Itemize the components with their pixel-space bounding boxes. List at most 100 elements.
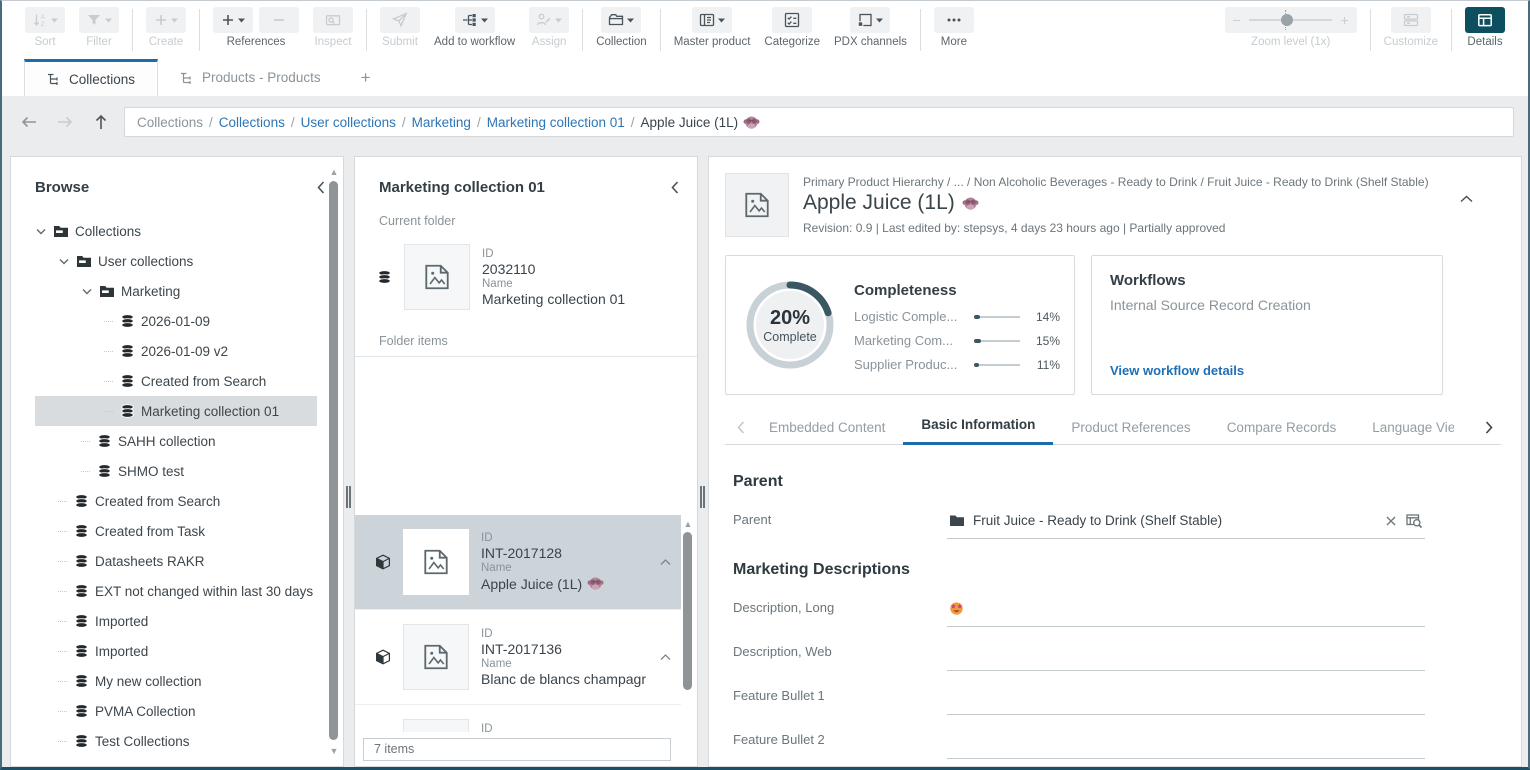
breadcrumb-separator: / <box>477 115 481 130</box>
tree-item-sahh-collection[interactable]: SAHH collection <box>35 426 317 456</box>
hierarchy-icon <box>47 72 61 86</box>
categorize-button[interactable]: Categorize <box>764 7 820 48</box>
item-collapse-icon[interactable] <box>660 654 671 661</box>
browse-scrollbar[interactable]: ▲ ▼ <box>328 167 340 756</box>
detail-tabs: Embedded ContentBasic InformationProduct… <box>725 417 1501 445</box>
scroll-up-icon[interactable]: ▲ <box>683 519 693 529</box>
tree-item-shmo-test[interactable]: SHMO test <box>35 456 317 486</box>
customize-button: Customize <box>1384 7 1438 48</box>
folder-panel-collapse-button[interactable] <box>671 181 679 194</box>
expand-chevron-icon[interactable] <box>35 228 47 235</box>
tab-embedded-content[interactable]: Embedded Content <box>751 420 903 445</box>
up-button[interactable] <box>88 109 114 135</box>
panel-resizer-right[interactable] <box>698 156 708 767</box>
expand-chevron-icon[interactable] <box>58 258 70 265</box>
stack-icon <box>74 644 89 658</box>
product-thumbnail <box>725 173 789 237</box>
add-to-workflow-button[interactable]: Add to workflow <box>434 7 515 48</box>
folder-list-scrollbar[interactable]: ▲ <box>682 519 694 732</box>
sort-button: AZSort <box>25 7 65 48</box>
completeness-row: Supplier Produc...11% <box>854 357 1060 372</box>
caret-icon <box>718 18 725 23</box>
new-tab-button[interactable]: + <box>343 59 389 96</box>
tree-item-imported[interactable]: Imported <box>35 636 317 666</box>
browse-title: Browse <box>35 179 89 196</box>
field-value[interactable] <box>947 641 1425 671</box>
collection-icon <box>608 12 624 28</box>
browse-panel: Browse CollectionsUser collectionsMarket… <box>10 156 344 767</box>
expand-chevron-icon[interactable] <box>81 288 93 295</box>
field-value[interactable] <box>947 729 1425 759</box>
back-button[interactable] <box>16 109 42 135</box>
tree-item-collections[interactable]: Collections <box>35 216 317 246</box>
tree-item-marketing[interactable]: Marketing <box>35 276 317 306</box>
view-workflow-details-link[interactable]: View workflow details <box>1110 363 1424 378</box>
field-value[interactable] <box>947 685 1425 715</box>
tree-item-ext-not-changed-within-last-30-days[interactable]: EXT not changed within last 30 days <box>35 576 317 606</box>
lookup-button[interactable] <box>1406 513 1423 529</box>
more-button[interactable]: More <box>934 7 974 48</box>
clear-button[interactable] <box>1384 514 1398 528</box>
tab-product-references[interactable]: Product References <box>1053 420 1208 445</box>
panel-resizer-left[interactable] <box>344 156 354 767</box>
field-label: Description, Long <box>733 600 947 627</box>
collection-button[interactable]: Collection <box>596 7 647 48</box>
details-button[interactable]: Details <box>1465 7 1505 48</box>
tree-item-2026-01-09[interactable]: 2026-01-09 <box>35 306 317 336</box>
tree-item-test-collections[interactable]: Test Collections <box>35 726 317 756</box>
references-button[interactable]: References <box>213 7 299 48</box>
item-thumbnail <box>403 719 469 732</box>
scrollbar-thumb[interactable] <box>683 532 692 690</box>
forward-button <box>52 109 78 135</box>
browse-collapse-button[interactable] <box>317 181 325 194</box>
tab-compare-records[interactable]: Compare Records <box>1209 420 1355 445</box>
caret-icon <box>481 18 488 23</box>
current-folder-name: Marketing collection 01 <box>482 291 625 307</box>
filter-icon <box>86 12 102 28</box>
current-folder-card[interactable]: ID 2032110 Name Marketing collection 01 <box>355 234 697 326</box>
tabs-scroll-right-button[interactable] <box>1475 421 1499 444</box>
field-value[interactable]: Fruit Juice - Ready to Drink (Shelf Stab… <box>947 509 1425 539</box>
folder-items-list: IDINT-2017128NameApple Juice (1L)IDINT-2… <box>355 515 681 732</box>
folder-item-int-2017136[interactable]: IDINT-2017136NameBlanc de blancs champag… <box>355 610 681 705</box>
scroll-up-icon[interactable]: ▲ <box>329 167 339 177</box>
completeness-title: Completeness <box>854 282 1060 299</box>
tree-item-my-new-collection[interactable]: My new collection <box>35 666 317 696</box>
workspace-tab-collections[interactable]: Collections <box>24 59 158 96</box>
folder-item-int-2017128[interactable]: IDINT-2017128NameApple Juice (1L) <box>355 515 681 610</box>
caret-icon <box>171 18 178 23</box>
tab-basic-information[interactable]: Basic Information <box>903 417 1053 445</box>
field-label: Parent <box>733 512 947 539</box>
scroll-down-icon[interactable]: ▼ <box>329 746 339 756</box>
pdx-channels-button[interactable]: PDX channels <box>834 7 907 48</box>
tree-item-created-from-search[interactable]: Created from Search <box>35 486 317 516</box>
breadcrumb-segment[interactable]: Marketing <box>412 115 471 130</box>
workflows-card: Workflows Internal Source Record Creatio… <box>1091 255 1443 395</box>
tab-language-view[interactable]: Language View <box>1354 420 1454 445</box>
submit-button: Submit <box>380 7 420 48</box>
folder-item-int-2015436[interactable]: IDINT-2015436NameCabernet Sauvignon <box>355 705 681 732</box>
item-collapse-icon[interactable] <box>660 559 671 566</box>
current-folder-label: Current folder <box>355 206 697 234</box>
field-value[interactable] <box>947 597 1425 627</box>
master-product-button[interactable]: Master product <box>674 7 751 48</box>
tree-item-marketing-collection-01[interactable]: Marketing collection 01 <box>35 396 317 426</box>
completeness-row: Marketing Com...15% <box>854 333 1060 348</box>
tree-item-created-from-search[interactable]: Created from Search <box>35 366 317 396</box>
tree-item-imported[interactable]: Imported <box>35 606 317 636</box>
stack-icon <box>97 464 112 478</box>
workspace-tab-products-products[interactable]: Products - Products <box>158 59 343 96</box>
see-no-evil-monkey-emoji <box>962 195 979 212</box>
breadcrumb-segment[interactable]: Marketing collection 01 <box>487 115 625 130</box>
tree-item-datasheets-rakr[interactable]: Datasheets RAKR <box>35 546 317 576</box>
breadcrumb-segment[interactable]: User collections <box>301 115 396 130</box>
master-icon <box>699 12 715 28</box>
product-header-collapse-button[interactable] <box>1460 173 1501 237</box>
scrollbar-thumb[interactable] <box>329 181 338 740</box>
breadcrumb-segment[interactable]: Collections <box>219 115 285 130</box>
caret-icon <box>876 18 883 23</box>
tree-item-created-from-task[interactable]: Created from Task <box>35 516 317 546</box>
tree-item-pvma-collection[interactable]: PVMA Collection <box>35 696 317 726</box>
tree-item-user-collections[interactable]: User collections <box>35 246 317 276</box>
tree-item-2026-01-09-v2[interactable]: 2026-01-09 v2 <box>35 336 317 366</box>
